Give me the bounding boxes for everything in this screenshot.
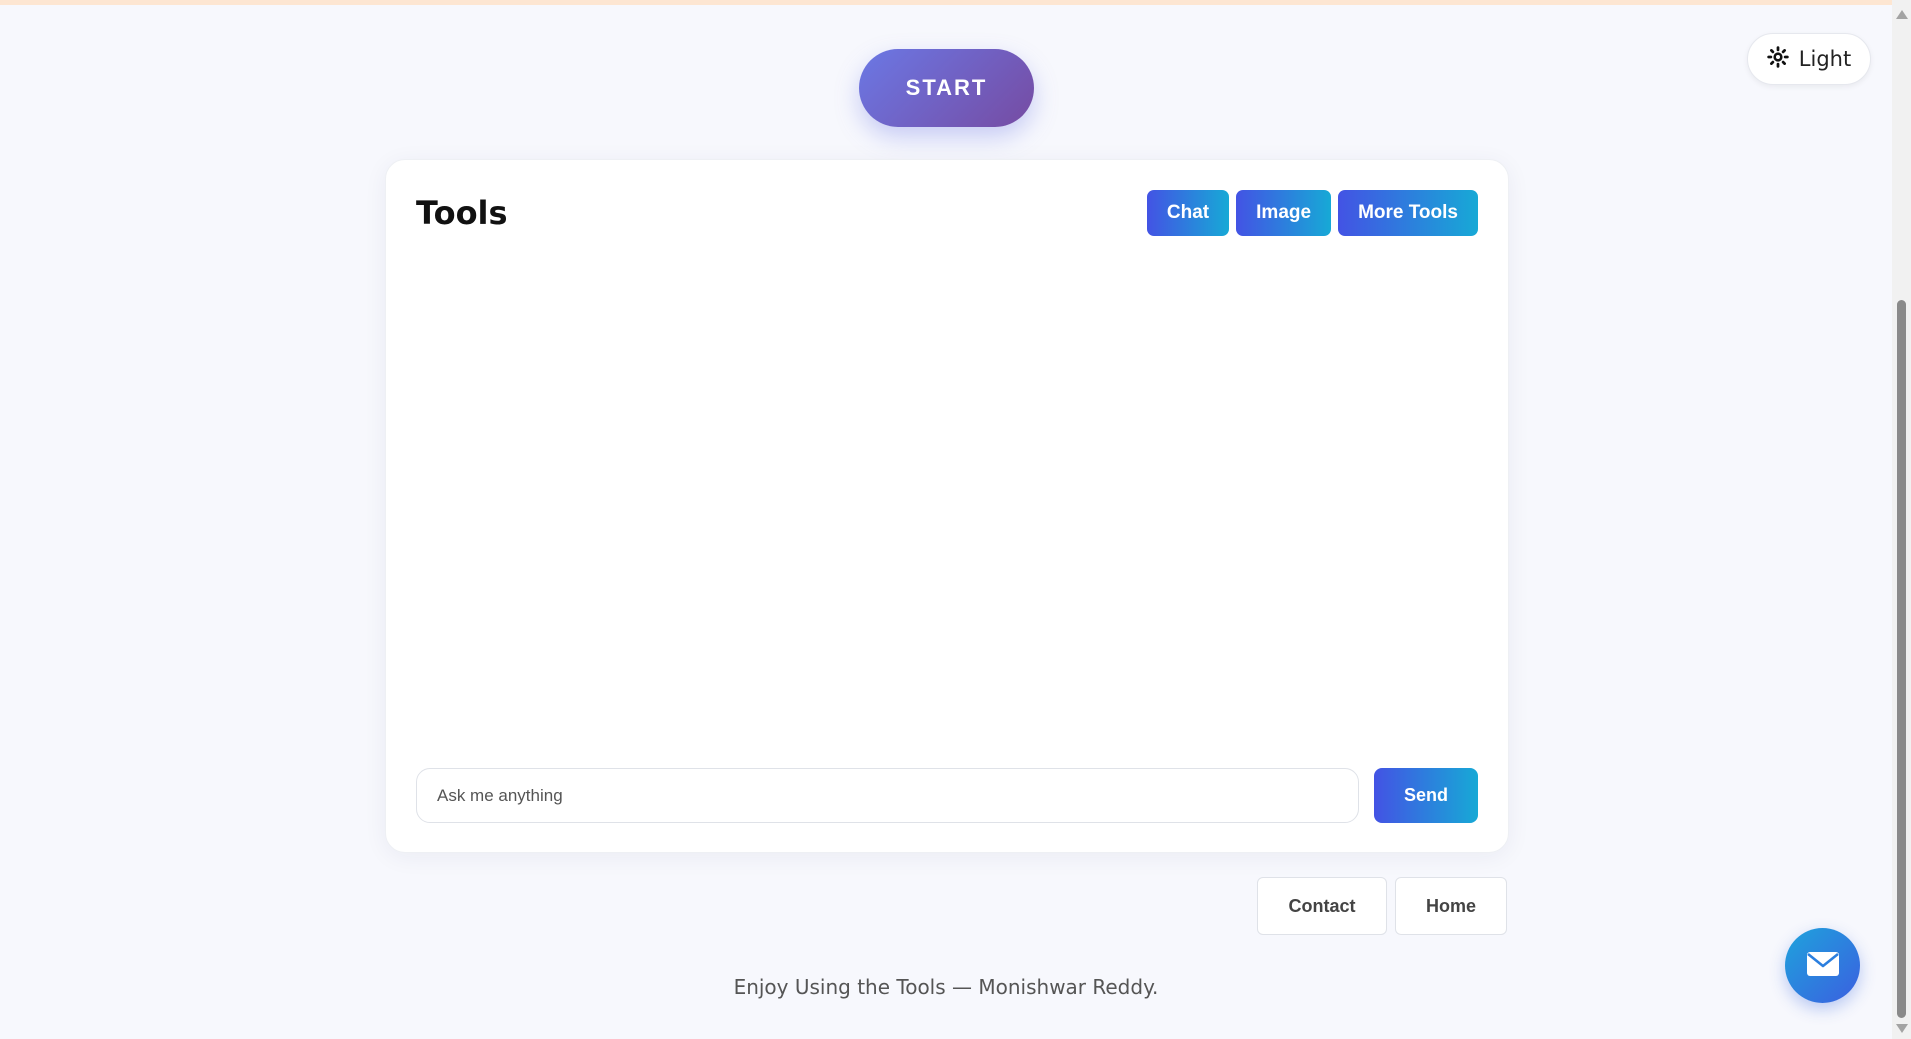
scroll-thumb[interactable] bbox=[1897, 300, 1906, 1018]
tab-more-tools[interactable]: More Tools bbox=[1338, 190, 1478, 236]
send-button[interactable]: Send bbox=[1374, 768, 1478, 823]
card-title: Tools bbox=[416, 194, 508, 232]
envelope-icon bbox=[1806, 951, 1840, 981]
tools-card: Tools Chat Image More Tools Send bbox=[385, 159, 1509, 853]
start-button[interactable]: START bbox=[859, 49, 1034, 127]
page-scrollbar[interactable] bbox=[1892, 0, 1911, 1039]
chat-input-row: Send bbox=[416, 768, 1478, 823]
page: START Light Tools Chat Image More Tools … bbox=[0, 0, 1892, 1039]
contact-fab-button[interactable] bbox=[1785, 928, 1860, 1003]
scroll-down-arrow-icon[interactable] bbox=[1896, 1024, 1908, 1033]
footer-credit: Enjoy Using the Tools — Monishwar Reddy. bbox=[733, 975, 1159, 999]
tab-chat[interactable]: Chat bbox=[1146, 190, 1230, 236]
home-button[interactable]: Home bbox=[1395, 877, 1507, 935]
scroll-up-arrow-icon[interactable] bbox=[1896, 10, 1908, 19]
theme-toggle-label: Light bbox=[1798, 47, 1852, 71]
tab-image[interactable]: Image bbox=[1236, 190, 1332, 236]
chat-messages-area bbox=[416, 260, 1478, 700]
ask-input[interactable] bbox=[416, 768, 1359, 823]
contact-button[interactable]: Contact bbox=[1257, 877, 1387, 935]
tool-tabs: Chat Image More Tools bbox=[1146, 190, 1478, 236]
theme-toggle-button[interactable]: Light bbox=[1747, 33, 1871, 85]
sun-icon bbox=[1767, 45, 1789, 73]
